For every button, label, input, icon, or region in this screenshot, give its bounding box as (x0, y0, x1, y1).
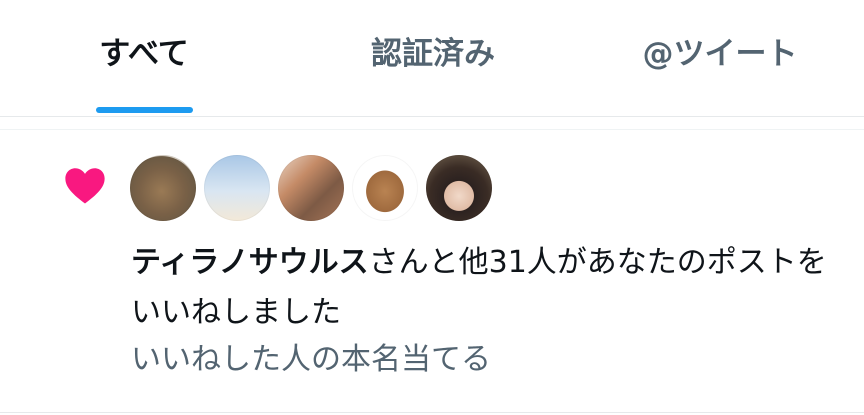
tab-verified-label: 認証済み (371, 35, 495, 72)
tab-verified[interactable]: 認証済み (335, 0, 531, 116)
tab-all[interactable]: すべて (60, 0, 228, 116)
avatar-person[interactable] (426, 155, 492, 221)
notification-message: ティラノサウルスさんと他31人があなたのポストをいいねしました (131, 238, 851, 338)
avatar-photo[interactable] (278, 155, 344, 221)
active-tab-indicator (96, 107, 193, 113)
notification-subtext: いいねした人の本名当てる (131, 342, 491, 377)
liker-avatars (130, 155, 500, 223)
liker-name[interactable]: ティラノサウルス (131, 245, 369, 280)
avatar-dinosaur[interactable] (130, 155, 196, 221)
heart-icon (65, 168, 105, 204)
tab-mentions-label: @ツイート (642, 35, 798, 72)
avatar-bird-plush[interactable] (352, 155, 418, 221)
tab-mentions[interactable]: @ツイート (612, 0, 828, 116)
avatar-sky[interactable] (204, 155, 270, 221)
tab-bar: すべて 認証済み @ツイート (0, 0, 864, 117)
section-divider (0, 117, 864, 130)
like-notification[interactable]: ティラノサウルスさんと他31人があなたのポストをいいねしました いいねした人の本… (0, 130, 864, 413)
tab-all-label: すべて (99, 35, 189, 72)
